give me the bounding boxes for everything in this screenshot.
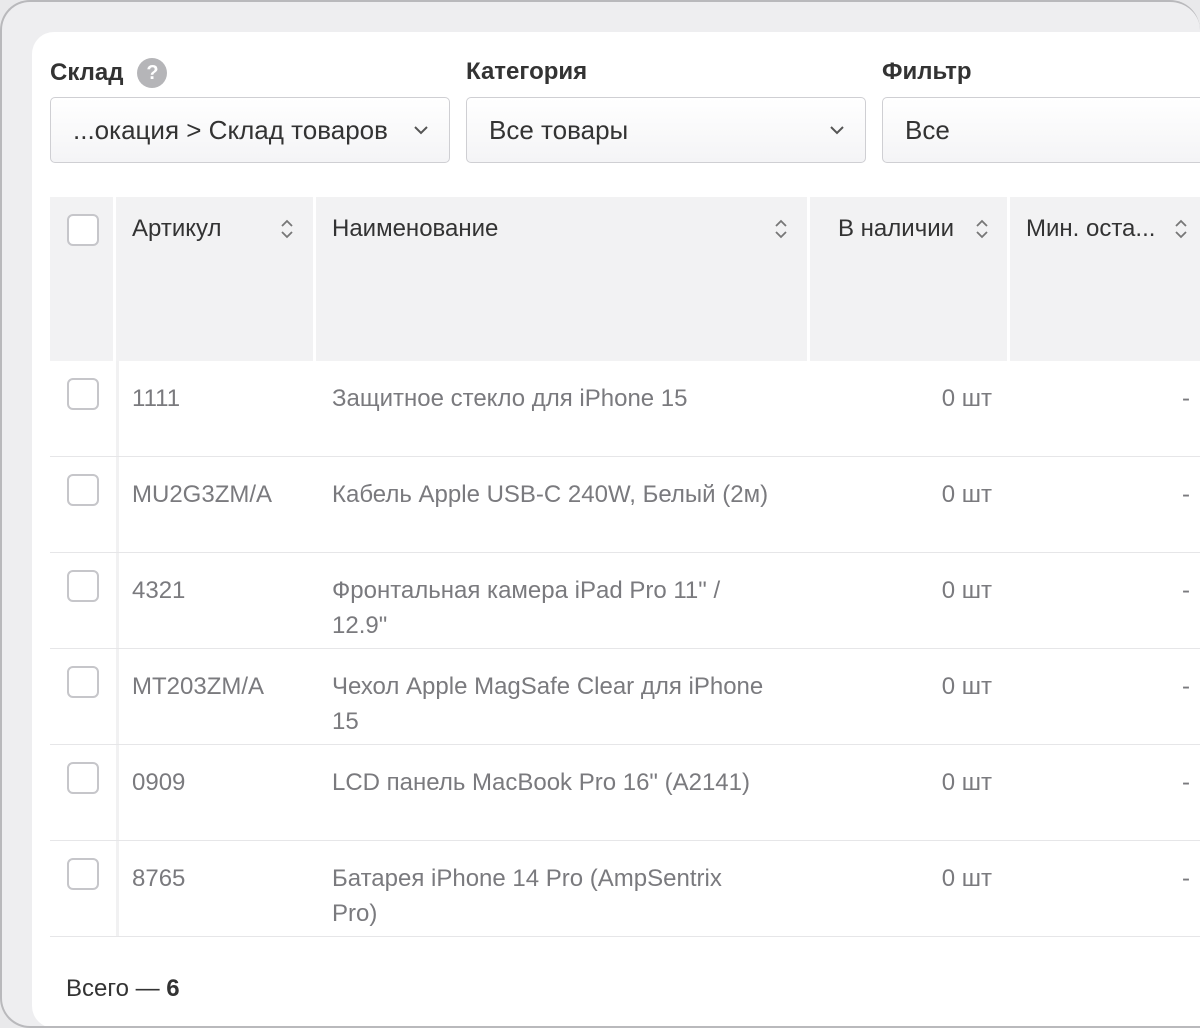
table-row[interactable]: 8765 Батарея iPhone 14 Pro (AmpSentrix P… (50, 841, 1200, 937)
row-checkbox[interactable] (67, 858, 99, 890)
column-header-min-stock[interactable]: Мин. оста... (1010, 197, 1200, 361)
warehouse-select-value: ...окация > Склад товаров (73, 114, 388, 145)
table-header: Артикул Наименование В наличии Мин. оста… (50, 197, 1200, 361)
warehouse-select[interactable]: ...окация > Склад товаров (50, 97, 450, 163)
total-label: Всего — (66, 975, 160, 1002)
chevron-down-icon (829, 122, 845, 138)
name-cell: Чехол Apple MagSafe Clear для iPhone 15 (332, 673, 764, 735)
sku-cell: MU2G3ZM/A (132, 481, 273, 508)
sku-cell: 8765 (132, 865, 186, 892)
min-stock-cell: - (1182, 769, 1190, 796)
column-header-in-stock[interactable]: В наличии (810, 197, 1010, 361)
row-checkbox[interactable] (67, 570, 99, 602)
row-checkbox[interactable] (67, 762, 99, 794)
name-cell: LCD панель MacBook Pro 16" (A2141) (332, 769, 750, 796)
select-all-checkbox[interactable] (67, 214, 99, 246)
in-stock-cell: 0 шт (941, 769, 992, 796)
row-checkbox[interactable] (67, 378, 99, 410)
sort-icon[interactable] (975, 217, 989, 241)
min-stock-cell: - (1182, 577, 1190, 604)
row-checkbox[interactable] (67, 666, 99, 698)
name-cell: Батарея iPhone 14 Pro (AmpSentrix Pro) (332, 865, 722, 927)
in-stock-cell: 0 шт (941, 577, 992, 604)
table-row[interactable]: MU2G3ZM/A Кабель Apple USB-C 240W, Белый… (50, 457, 1200, 553)
sku-cell: 1111 (132, 385, 181, 412)
sort-icon[interactable] (1174, 217, 1188, 241)
sku-cell: MT203ZM/A (132, 673, 265, 700)
sku-cell: 0909 (132, 769, 186, 796)
min-stock-cell: - (1182, 673, 1190, 700)
column-header-sku[interactable]: Артикул (116, 197, 316, 361)
category-label: Категория (466, 58, 588, 85)
total-number: 6 (166, 975, 180, 1002)
min-stock-cell: - (1182, 481, 1190, 508)
category-select-value: Все товары (489, 114, 629, 145)
in-stock-cell: 0 шт (941, 385, 992, 412)
filter-select-value: Все (905, 114, 950, 145)
table-row[interactable]: 4321 Фронтальная камера iPad Pro 11" / 1… (50, 553, 1200, 649)
category-select[interactable]: Все товары (466, 97, 866, 163)
table-row[interactable]: MT203ZM/A Чехол Apple MagSafe Clear для … (50, 649, 1200, 745)
min-stock-cell: - (1182, 865, 1190, 892)
help-icon[interactable]: ? (137, 58, 168, 88)
warehouse-label: Склад ? (50, 58, 168, 88)
sku-cell: 4321 (132, 577, 186, 604)
in-stock-cell: 0 шт (941, 673, 992, 700)
sort-icon[interactable] (280, 217, 294, 241)
row-checkbox[interactable] (67, 474, 99, 506)
filter-label: Фильтр (882, 58, 972, 85)
chevron-down-icon (413, 122, 429, 138)
header-select-cell (50, 197, 116, 361)
filter-select[interactable]: Все (882, 97, 1200, 163)
table-row[interactable]: 1111 Защитное стекло для iPhone 15 0 шт … (50, 361, 1200, 457)
total-count: Всего — 6 (66, 975, 180, 1003)
in-stock-cell: 0 шт (941, 481, 992, 508)
table-row[interactable]: 0909 LCD панель MacBook Pro 16" (A2141) … (50, 745, 1200, 841)
sort-icon[interactable] (774, 217, 788, 241)
name-cell: Кабель Apple USB-C 240W, Белый (2м) (332, 481, 769, 508)
name-cell: Защитное стекло для iPhone 15 (332, 385, 688, 412)
column-header-name[interactable]: Наименование (316, 197, 810, 361)
name-cell: Фронтальная камера iPad Pro 11" / 12.9" (332, 577, 721, 639)
min-stock-cell: - (1182, 385, 1190, 412)
in-stock-cell: 0 шт (941, 865, 992, 892)
